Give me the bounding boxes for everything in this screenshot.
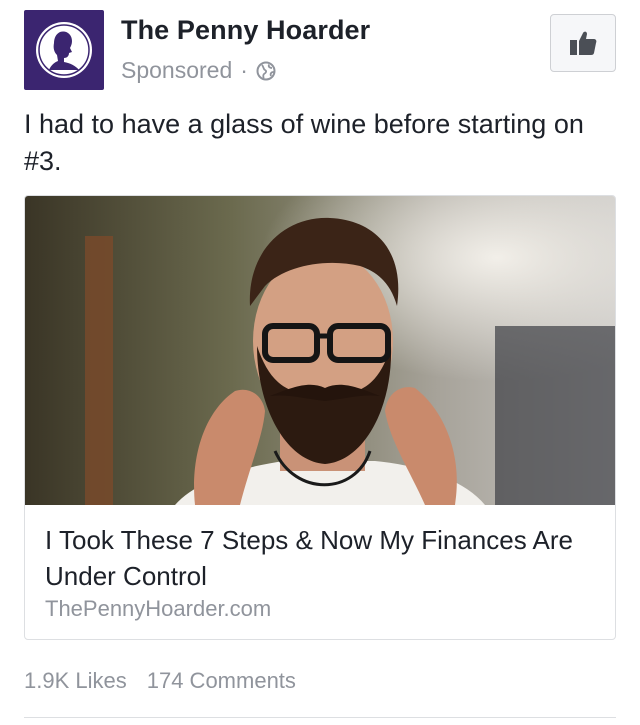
engagement-stats: 1.9K Likes 174 Comments bbox=[24, 668, 296, 694]
post-meta: Sponsored · bbox=[121, 57, 276, 84]
comments-count[interactable]: 174 Comments bbox=[147, 668, 296, 694]
page-name[interactable]: The Penny Hoarder bbox=[121, 15, 370, 46]
link-preview-card[interactable]: I Took These 7 Steps & Now My Finances A… bbox=[24, 195, 616, 640]
link-preview-image[interactable] bbox=[25, 196, 615, 505]
globe-icon bbox=[256, 61, 276, 81]
penny-silhouette-logo bbox=[36, 22, 92, 78]
sponsored-post: The Penny Hoarder Sponsored · I had to h… bbox=[0, 0, 640, 725]
page-avatar[interactable] bbox=[24, 10, 104, 90]
footer-divider bbox=[24, 717, 616, 718]
link-title[interactable]: I Took These 7 Steps & Now My Finances A… bbox=[45, 522, 600, 594]
post-text: I had to have a glass of wine before sta… bbox=[24, 109, 584, 176]
thumbs-up-icon bbox=[570, 31, 597, 55]
meta-separator: · bbox=[240, 57, 248, 83]
likes-count[interactable]: 1.9K Likes bbox=[24, 668, 127, 694]
sponsored-label[interactable]: Sponsored bbox=[121, 57, 232, 84]
like-page-button[interactable] bbox=[550, 14, 616, 72]
link-domain: ThePennyHoarder.com bbox=[45, 596, 272, 621]
